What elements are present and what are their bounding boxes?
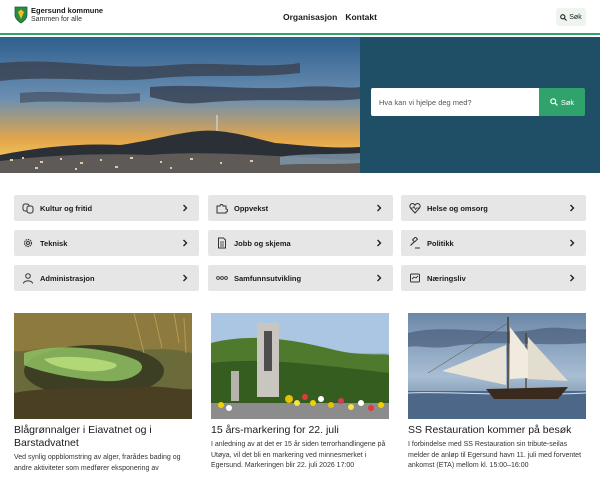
hero-search-button-label: Søk [560,97,575,107]
logo-name: Egersund kommune [31,6,104,15]
main-nav: Organisasjon Kontakt [283,12,377,22]
person-icon [22,272,34,284]
gear-icon [22,237,34,249]
gavel-icon [409,237,421,249]
hero-section: Søk [0,37,600,173]
site-header: Egersund kommune Sammen for alle Organis… [0,0,600,35]
site-logo[interactable]: Egersund kommune Sammen for alle [14,6,103,24]
tile-teknisk[interactable]: Teknisk [14,230,199,256]
drama-masks-icon [22,202,34,214]
hero-search-panel: Søk [360,37,600,173]
tile-jobb-og-skjema[interactable]: Jobb og skjema [208,230,393,256]
nav-organisasjon[interactable]: Organisasjon [283,12,337,22]
chevron-right-icon [570,204,575,212]
tile-politikk[interactable]: Politikk [401,230,586,256]
hero-search-button[interactable]: Søk [539,88,585,116]
news-card[interactable]: SS Restauration kommer på besøk I forbin… [408,313,586,472]
news-title: SS Restauration kommer på besøk [408,424,572,436]
nav-kontakt[interactable]: Kontakt [345,12,377,22]
news-title: 15 års-markering for 22. juli [211,424,339,436]
tile-oppvekst[interactable]: Oppvekst [208,195,393,221]
tile-samfunnsutvikling[interactable]: Samfunnsutvikling [208,265,393,291]
coat-of-arms-icon [14,6,28,24]
news-image-ship [408,313,586,419]
tile-label: Helse og omsorg [427,203,488,213]
hero-image [0,37,360,173]
tile-label: Kultur og fritid [40,203,93,213]
heartbeat-icon [409,202,421,214]
chevron-right-icon [377,239,382,247]
news-excerpt: I forbindelse med SS Restauration sin tr… [408,441,582,469]
chevron-right-icon [183,239,188,247]
chevron-right-icon [183,274,188,282]
tile-label: Næringsliv [427,273,466,283]
news-image-algae [14,313,192,419]
tile-administrasjon[interactable]: Administrasjon [14,265,199,291]
tile-helse-og-omsorg[interactable]: Helse og omsorg [401,195,586,221]
search-icon [550,98,558,106]
handshake-icon [409,272,421,284]
tile-label: Oppvekst [234,203,269,213]
chevron-right-icon [570,274,575,282]
news-excerpt: Ved synlig oppblomstring av alger, frarå… [14,454,181,472]
chevron-right-icon [377,274,382,282]
logo-tagline: Sammen for alle [31,16,82,23]
hero-search-input[interactable] [371,88,539,116]
tile-label: Teknisk [40,238,68,248]
tile-label: Samfunnsutvikling [234,273,302,283]
document-icon [216,237,228,249]
header-search-label: Søk [569,13,582,21]
chevron-right-icon [183,204,188,212]
chevron-right-icon [570,239,575,247]
header-search-button[interactable]: Søk [556,8,586,26]
tile-label: Politikk [427,238,454,248]
tile-label: Jobb og skjema [234,238,291,248]
news-title: Blågrønnalger i Eiavatnet og i Barstadva… [14,424,152,449]
tile-kultur-og-fritid[interactable]: Kultur og fritid [14,195,199,221]
news-image-memorial [211,313,389,419]
tile-naeringsliv[interactable]: Næringsliv [401,265,586,291]
dots-icon [216,272,228,284]
news-card[interactable]: Blågrønnalger i Eiavatnet og i Barstadva… [14,313,192,474]
news-card[interactable]: 15 års-markering for 22. juli I anlednin… [211,313,389,472]
tile-label: Administrasjon [40,273,95,283]
news-excerpt: I anledning av at det er 15 år siden ter… [211,441,386,469]
search-icon [560,13,568,21]
puzzle-icon [216,202,228,214]
chevron-right-icon [377,204,382,212]
